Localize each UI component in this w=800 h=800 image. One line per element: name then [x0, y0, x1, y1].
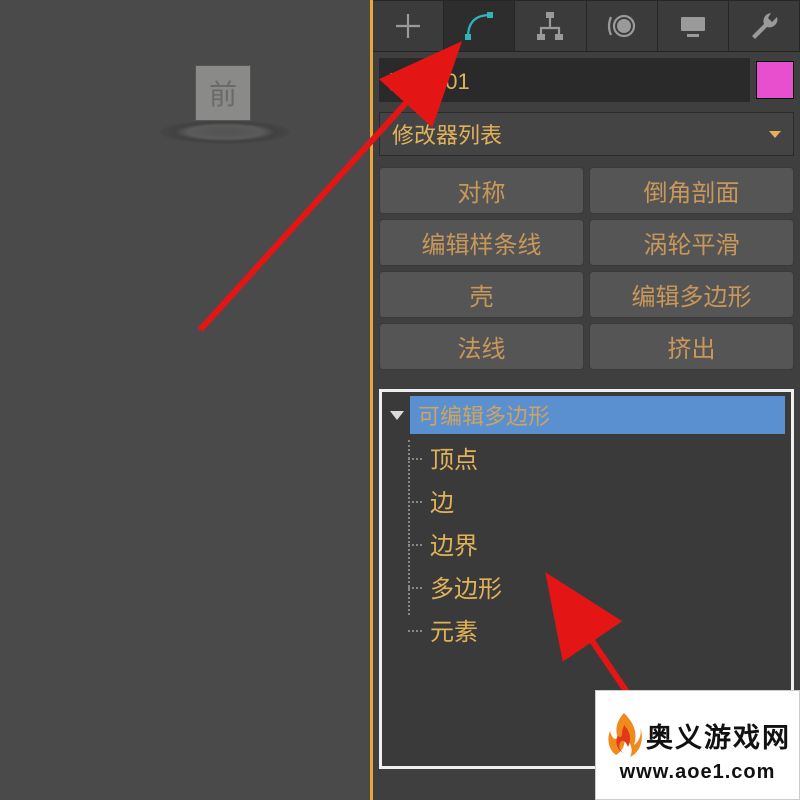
chevron-down-icon — [769, 131, 781, 138]
subobject-vertex[interactable]: 顶点 — [418, 436, 785, 479]
modifier-list-label: 修改器列表 — [392, 118, 502, 150]
tab-display[interactable] — [658, 0, 729, 51]
watermark-badge: 奥义游戏网 www.aoe1.com — [595, 690, 800, 800]
modifier-list-dropdown[interactable]: 修改器列表 — [379, 112, 794, 156]
subobject-polygon[interactable]: 多边形 — [418, 565, 785, 608]
mod-button-shell[interactable]: 壳 — [379, 271, 584, 318]
view-cube[interactable]: 前 — [195, 65, 251, 121]
subobject-edge[interactable]: 边 — [418, 479, 785, 522]
plus-icon — [391, 9, 425, 43]
mod-button-edit-poly[interactable]: 编辑多边形 — [589, 271, 794, 318]
modify-arc-icon — [462, 9, 496, 43]
mod-button-extrude[interactable]: 挤出 — [589, 323, 794, 370]
viewport-3d[interactable]: 前 — [0, 0, 370, 800]
viewport-ground-shadow — [160, 120, 290, 144]
watermark-name: 奥义游戏网 — [646, 716, 791, 755]
modifier-buttons-grid: 对称 倒角剖面 编辑样条线 涡轮平滑 壳 编辑多边形 法线 挤出 — [373, 162, 800, 375]
mod-button-turbosmooth[interactable]: 涡轮平滑 — [589, 219, 794, 266]
tab-create[interactable] — [373, 0, 444, 51]
command-panel: 对象001 修改器列表 对称 倒角剖面 编辑样条线 涡轮平滑 壳 编辑多边形 法… — [373, 0, 800, 800]
subobject-border[interactable]: 边界 — [418, 522, 785, 565]
object-name-input[interactable]: 对象001 — [379, 58, 750, 102]
watermark-url: www.aoe1.com — [620, 761, 776, 784]
mod-button-symmetry[interactable]: 对称 — [379, 167, 584, 214]
stack-root-label[interactable]: 可编辑多边形 — [410, 396, 785, 434]
motion-sphere-icon — [605, 9, 639, 43]
object-name-row: 对象001 — [373, 52, 800, 108]
mod-button-edit-spline[interactable]: 编辑样条线 — [379, 219, 584, 266]
view-cube-face-label: 前 — [209, 73, 237, 113]
object-name-text: 对象001 — [389, 69, 470, 94]
tab-hierarchy[interactable] — [515, 0, 586, 51]
mod-button-bevel-profile[interactable]: 倒角剖面 — [589, 167, 794, 214]
tab-utilities[interactable] — [729, 0, 800, 51]
command-panel-tabs — [373, 0, 800, 52]
monitor-icon — [676, 9, 710, 43]
stack-root-row[interactable]: 可编辑多边形 — [388, 396, 785, 434]
stack-subobject-list: 顶点 边 边界 多边形 元素 — [418, 436, 785, 651]
hierarchy-icon — [533, 9, 567, 43]
flame-icon — [604, 711, 644, 761]
expand-triangle-icon[interactable] — [390, 411, 404, 420]
mod-button-normal[interactable]: 法线 — [379, 323, 584, 370]
subobject-element[interactable]: 元素 — [418, 608, 785, 651]
object-color-swatch[interactable] — [756, 61, 794, 99]
tab-modify[interactable] — [444, 0, 515, 51]
tab-motion[interactable] — [587, 0, 658, 51]
wrench-icon — [747, 9, 781, 43]
